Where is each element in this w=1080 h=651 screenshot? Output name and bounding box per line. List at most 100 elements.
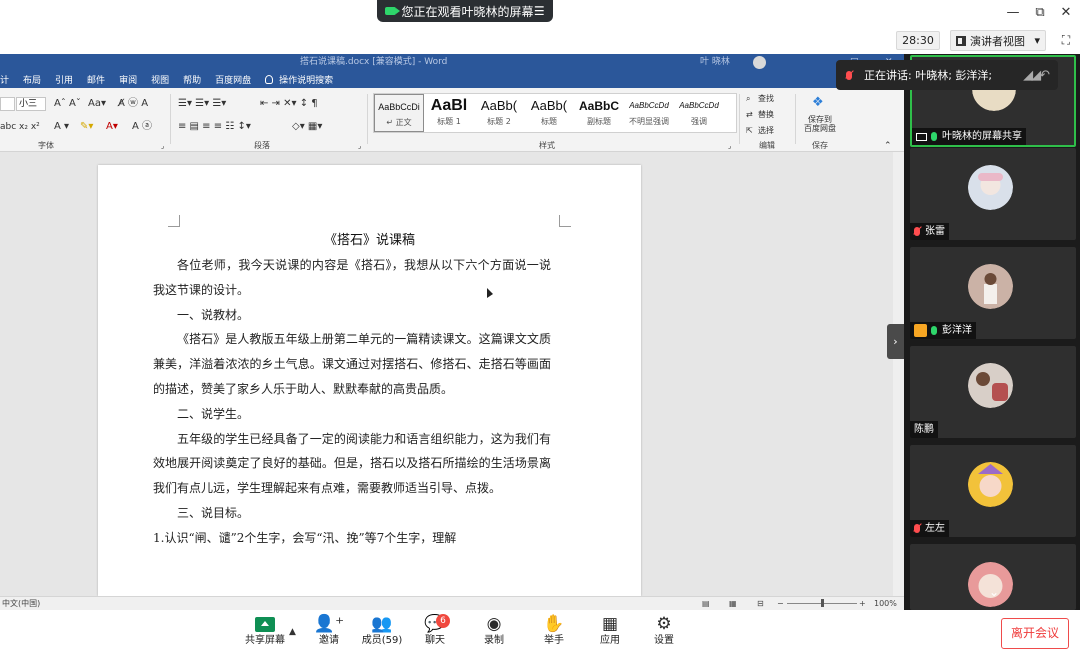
expand-gallery-button[interactable]: › <box>887 324 904 359</box>
invite-button[interactable]: 👤⁺ 邀请 <box>301 613 357 651</box>
word-ribbon-tabs: 计 布局 引用 邮件 审阅 视图 帮助 百度网盘 操作说明搜索 <box>0 71 904 88</box>
participant-tile[interactable]: 陈鹏 <box>910 346 1076 438</box>
participant-name: 彭洋洋 <box>942 325 972 336</box>
word-author-name: 叶 晓林 <box>700 57 730 67</box>
participant-tile[interactable]: 左左 <box>910 445 1076 537</box>
document-area: 《搭石》说课稿 各位老师，我今天说课的内容是《搭石》，我想从以下六个方面说一说我… <box>0 152 904 596</box>
avatar <box>968 264 1013 309</box>
active-speaker-banner: 正在讲话: 叶晓林; 彭洋洋; ◢◢↶ <box>836 60 1058 90</box>
active-speaker-text: 正在讲话: 叶晓林; 彭洋洋; <box>864 69 993 82</box>
word-document-title: 搭石说课稿.docx [兼容模式] - Word <box>300 57 448 67</box>
align-icons: ≡ ▤ ≡ ≡ ☷ ↕▾ <box>178 121 251 132</box>
document-paragraph: 三、说目标。 <box>177 505 250 520</box>
text-effects-icon: A ▾ <box>54 121 70 132</box>
style-normal: AaBbCcDi ↵ 正文 <box>374 94 424 132</box>
speaker-view-icon <box>956 35 966 46</box>
raise-hand-button[interactable]: ✋ 举手 <box>526 613 582 651</box>
styles-group-label: 样式 <box>539 141 555 150</box>
participant-tile[interactable]: 张雷 <box>910 148 1076 240</box>
save-to-baidu-label: 保存到 百度网盘 <box>804 115 836 133</box>
participant-tile[interactable] <box>910 544 1076 610</box>
participant-name-tag: 彭洋洋 <box>910 322 976 339</box>
style-heading-2: AaBb( 标题 2 <box>480 98 518 126</box>
style-emphasis: AaBbCcDd 强调 <box>679 101 719 126</box>
title-bar: 您正在观看叶晓林的屏幕 ☰ — ⧉ ✕ <box>0 0 1080 27</box>
leave-meeting-button[interactable]: 离开会议 <box>1001 618 1069 649</box>
word-tab: 布局 <box>23 76 42 86</box>
document-paragraph: 1.认识“闸、谴”2个生字，会写“汛、挽”等7个生字，理解 <box>153 530 457 545</box>
raise-hand-label: 举手 <box>544 635 564 646</box>
participant-tile[interactable]: 彭洋洋 <box>910 247 1076 339</box>
share-screen-icon <box>255 617 275 632</box>
fullscreen-icon[interactable]: ⛶ <box>1058 32 1074 48</box>
grow-font-icon: Aˆ Aˇ <box>54 98 81 109</box>
chevron-down-icon: ▾ <box>1034 34 1040 47</box>
meeting-toolbar: 共享屏幕 👤⁺ 邀请 👥 成员(59) 💬 聊天 ◉ 录制 ✋ 举手 ▦ 应用 … <box>0 610 1080 651</box>
style-subtitle: AaBbC 副标题 <box>578 99 619 126</box>
chat-unread-badge: 6 <box>436 614 450 628</box>
select-icon: ⇱ <box>746 126 753 135</box>
share-screen-button[interactable]: 共享屏幕 <box>237 613 293 651</box>
minimize-button[interactable]: — <box>1003 4 1023 22</box>
indent-icons: ⇤ ⇥ ✕▾ ↕ ¶ <box>260 98 318 109</box>
avatar <box>968 165 1013 210</box>
dialog-launcher-icon: ⌟ <box>728 142 732 150</box>
host-icon <box>914 324 927 337</box>
share-options-caret-icon[interactable]: ▲ <box>289 627 296 637</box>
chat-icon: 💬 <box>424 614 446 634</box>
apps-button[interactable]: ▦ 应用 <box>582 613 638 651</box>
word-tab: 邮件 <box>87 76 106 86</box>
microphone-muted-icon <box>914 227 920 236</box>
ribbon-separator <box>170 94 171 144</box>
meeting-window: 您正在观看叶晓林的屏幕 ☰ — ⧉ ✕ 28:30 演讲者视图 ▾ ⛶ 搭石说课… <box>0 0 1080 651</box>
apps-label: 应用 <box>600 635 620 646</box>
chat-button[interactable]: 💬 聊天 <box>407 613 463 651</box>
styles-gallery: AaBbCcDi ↵ 正文 AaBl 标题 1 AaBb( 标题 2 AaBb(… <box>373 93 737 133</box>
style-title: AaBb( 标题 <box>530 98 568 126</box>
members-button[interactable]: 👥 成员(59) <box>354 613 410 651</box>
view-mode-button[interactable]: 演讲者视图 ▾ <box>950 30 1046 51</box>
find-label: 查找 <box>758 94 774 103</box>
find-icon: ⌕ <box>746 94 751 103</box>
zoom-in-icon: + <box>859 599 866 608</box>
settings-button[interactable]: ⚙ 设置 <box>636 613 692 651</box>
microphone-muted-icon <box>914 524 920 533</box>
document-scrollbar <box>893 152 904 596</box>
paragraph-group-label: 段落 <box>254 141 270 150</box>
ribbon-separator <box>367 94 368 144</box>
add-user-icon: 👤⁺ <box>313 614 345 634</box>
word-ribbon: 小三 Aˆ Aˇ Aa▾ A̸ ⓦ A abc x₂ x² A ▾ ✎▾ A▾ … <box>0 88 904 152</box>
avatar-image <box>968 462 1013 507</box>
word-tab: 帮助 <box>183 76 202 86</box>
editing-group-label: 编辑 <box>759 141 775 150</box>
word-tab: 视图 <box>151 76 170 86</box>
close-button[interactable]: ✕ <box>1056 4 1076 22</box>
save-group-label: 保存 <box>812 141 828 150</box>
avatar-image <box>968 363 1013 408</box>
read-mode-icon: ▤ <box>702 599 710 608</box>
document-page: 《搭石》说课稿 各位老师，我今天说课的内容是《搭石》，我想从以下六个方面说一说我… <box>98 165 641 596</box>
font-size-box: 小三 <box>16 97 46 111</box>
video-camera-icon <box>385 7 399 15</box>
word-tab: 审阅 <box>119 76 138 86</box>
strike-sub-sup-icons: abc x₂ x² <box>0 122 40 132</box>
menu-icon[interactable]: ☰ <box>534 4 545 18</box>
meeting-timer: 28:30 <box>896 31 940 50</box>
ribbon-separator <box>739 94 740 144</box>
dialog-launcher-icon: ⌟ <box>358 142 362 150</box>
document-paragraph: 一、说教材。 <box>177 307 250 322</box>
record-button[interactable]: ◉ 录制 <box>466 613 522 651</box>
members-label: 成员(59) <box>361 635 403 646</box>
participant-name: 张雷 <box>925 226 945 237</box>
word-tab: 引用 <box>55 76 74 86</box>
lightbulb-icon <box>265 75 274 84</box>
chevron-down-icon[interactable]: ⌄ <box>984 584 1004 600</box>
restore-button[interactable]: ⧉ <box>1030 4 1050 22</box>
word-tab: 百度网盘 <box>215 76 252 86</box>
shading-border-icons: ◇▾ ▦▾ <box>292 121 323 132</box>
language-status: 中文(中国) <box>2 599 41 608</box>
document-paragraph: 五年级的学生已经具备了一定的阅读能力和语言组织能力，这为我们有效地展开阅读奠定了… <box>153 431 551 496</box>
highlight-icon: ✎▾ <box>80 121 94 132</box>
watching-screen-pill[interactable]: 您正在观看叶晓林的屏幕 ☰ <box>377 0 553 22</box>
word-tell-me: 操作说明搜索 <box>279 76 334 86</box>
